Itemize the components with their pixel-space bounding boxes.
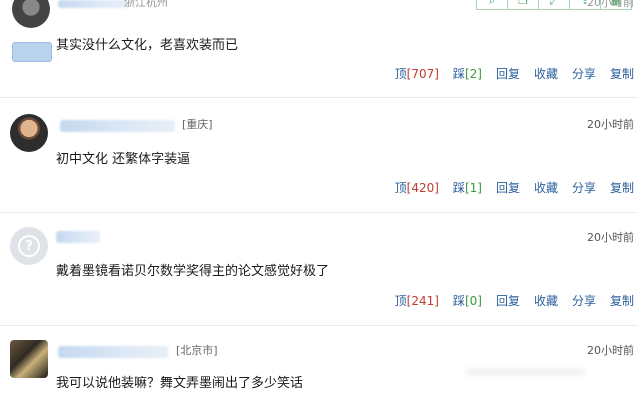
comment-text: 戴着墨镜看诺贝尔数学奖得主的论文感觉好极了 <box>56 264 330 279</box>
comment-text: 其实没什么文化，老喜欢装而已 <box>56 38 239 53</box>
faded-overlay <box>466 368 586 376</box>
copy-button[interactable]: 复制 <box>610 292 634 309</box>
avatar[interactable] <box>10 114 48 152</box>
username-blurred <box>58 346 168 358</box>
upvote-button[interactable]: 顶[241] <box>395 292 439 309</box>
share-button[interactable]: 分享 <box>572 292 596 309</box>
comment-text: 初中文化 还繁体字装逼 <box>56 152 191 167</box>
reply-indicator <box>12 42 52 62</box>
avatar[interactable]: ? <box>10 227 48 265</box>
timestamp: 20小时前 <box>587 344 634 357</box>
comment-item: [重庆] 20小时前 初中文化 还繁体字装逼 顶[420] 踩[1] 回复 收藏… <box>0 98 638 212</box>
share-button[interactable]: 分享 <box>572 65 596 82</box>
upvote-button[interactable]: 顶[707] <box>395 65 439 82</box>
downvote-button[interactable]: 踩[0] <box>453 292 482 309</box>
comment-item: 浙江杭州 20小时前 其实没什么文化，老喜欢装而已 顶[707] 踩[2] 回复… <box>0 0 638 96</box>
username-blurred <box>60 120 175 132</box>
timestamp: 20小时前 <box>587 231 634 244</box>
username-blurred <box>58 0 128 8</box>
comment-item: ? 20小时前 戴着墨镜看诺贝尔数学奖得主的论文感觉好极了 顶[241] 踩[0… <box>0 213 638 325</box>
copy-button[interactable]: 复制 <box>610 179 634 196</box>
downvote-button[interactable]: 踩[1] <box>453 179 482 196</box>
comment-text: 我可以说他装嘛？舞文弄墨闹出了多少笑话 <box>56 376 304 391</box>
username-blurred <box>56 231 100 243</box>
avatar[interactable] <box>12 0 50 28</box>
share-button[interactable]: 分享 <box>572 179 596 196</box>
comment-actions: 顶[707] 踩[2] 回复 收藏 分享 复制 <box>381 65 634 82</box>
upvote-button[interactable]: 顶[420] <box>395 179 439 196</box>
timestamp: 20小时前 <box>587 0 634 9</box>
favorite-button[interactable]: 收藏 <box>534 65 558 82</box>
location-label: [北京市] <box>176 344 218 357</box>
location-label: 浙江杭州 <box>124 0 168 9</box>
timestamp: 20小时前 <box>587 118 634 131</box>
location-label: [重庆] <box>182 118 213 131</box>
comment-actions: 顶[420] 踩[1] 回复 收藏 分享 复制 <box>381 179 634 196</box>
reply-button[interactable]: 回复 <box>496 292 520 309</box>
favorite-button[interactable]: 收藏 <box>534 292 558 309</box>
comment-actions: 顶[241] 踩[0] 回复 收藏 分享 复制 <box>381 292 634 309</box>
default-avatar-icon: ? <box>18 235 40 257</box>
reply-button[interactable]: 回复 <box>496 65 520 82</box>
avatar[interactable] <box>10 340 48 378</box>
downvote-button[interactable]: 踩[2] <box>453 65 482 82</box>
comment-item: [北京市] 20小时前 我可以说他装嘛？舞文弄墨闹出了多少笑话 <box>0 326 638 401</box>
favorite-button[interactable]: 收藏 <box>534 179 558 196</box>
copy-button[interactable]: 复制 <box>610 65 634 82</box>
reply-button[interactable]: 回复 <box>496 179 520 196</box>
